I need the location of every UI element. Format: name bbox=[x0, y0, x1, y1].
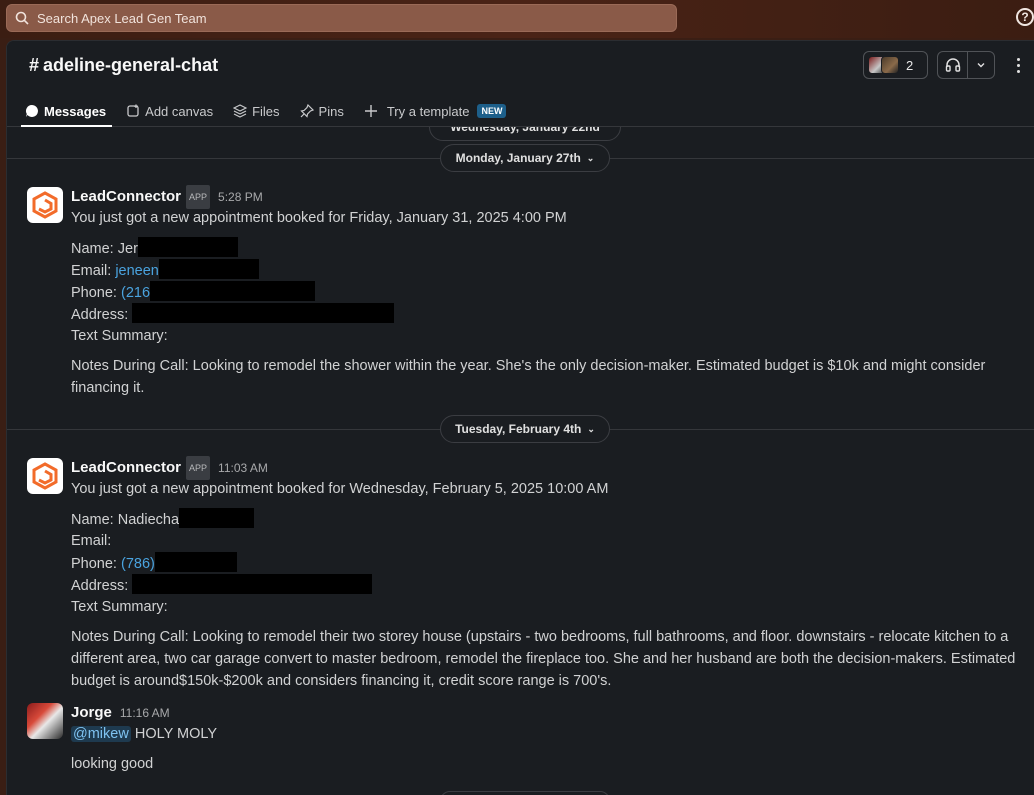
channel-header: # adeline-general-chat 2 Messages Add ca… bbox=[7, 41, 1034, 127]
tab-try-template[interactable]: Try a template NEW bbox=[364, 95, 507, 127]
channel-panel: # adeline-general-chat 2 Messages Add ca… bbox=[6, 40, 1034, 795]
help-icon[interactable]: ? bbox=[1016, 8, 1034, 26]
field-name: Name: Jer bbox=[71, 237, 1031, 259]
timestamp[interactable]: 11:03 AM bbox=[218, 457, 268, 479]
avatar[interactable] bbox=[27, 458, 63, 494]
headphones-icon[interactable] bbox=[938, 52, 968, 78]
avatar[interactable] bbox=[27, 187, 63, 223]
message-header: Jorge 11:16 AM bbox=[71, 703, 1031, 723]
message-text: You just got a new appointment booked fo… bbox=[71, 210, 567, 226]
field-email: Email: jeneen bbox=[71, 259, 1031, 281]
field-email: Email: bbox=[71, 533, 112, 549]
field-phone: Phone: (216 bbox=[71, 281, 1031, 303]
avatar bbox=[881, 56, 899, 74]
members-button[interactable]: 2 bbox=[863, 51, 928, 79]
redaction bbox=[158, 259, 259, 279]
tab-pins[interactable]: Pins bbox=[299, 95, 344, 127]
field-phone: Phone: (786) bbox=[71, 552, 1031, 574]
member-count: 2 bbox=[906, 57, 914, 73]
channel-title[interactable]: # adeline-general-chat bbox=[29, 55, 218, 76]
field-address: Address: bbox=[71, 303, 1031, 325]
pin-icon bbox=[299, 104, 314, 118]
sender-name[interactable]: LeadConnector bbox=[71, 457, 181, 479]
app-tag: APP bbox=[186, 185, 211, 209]
app-tag: APP bbox=[186, 456, 211, 480]
canvas-icon bbox=[127, 104, 139, 117]
tab-add-canvas[interactable]: Add canvas bbox=[126, 95, 213, 127]
redaction bbox=[132, 574, 373, 594]
sender-name[interactable]: Jorge bbox=[71, 702, 112, 724]
plus-icon bbox=[364, 105, 377, 117]
huddle-button[interactable] bbox=[937, 51, 995, 79]
leadconnector-logo-icon bbox=[32, 462, 58, 490]
chevron-down-icon: ⌄ bbox=[586, 152, 595, 163]
leadconnector-logo-icon bbox=[32, 191, 58, 219]
channel-name: adeline-general-chat bbox=[43, 55, 219, 75]
date-pill[interactable]: Monday, January 27th ⌄ bbox=[440, 144, 610, 172]
files-stack-icon bbox=[233, 104, 248, 118]
tab-messages[interactable]: Messages bbox=[20, 95, 113, 127]
search-placeholder: Search Apex Lead Gen Team bbox=[37, 10, 207, 26]
chevron-down-icon: ⌄ bbox=[587, 423, 595, 434]
field-summary: Text Summary: bbox=[71, 328, 168, 344]
date-pill[interactable]: Tuesday, February 4th ⌄ bbox=[440, 415, 610, 443]
tab-files[interactable]: Files bbox=[233, 95, 280, 127]
phone-link[interactable]: (786) bbox=[121, 556, 155, 572]
more-options-icon[interactable] bbox=[1011, 53, 1025, 77]
avatar[interactable] bbox=[27, 703, 63, 739]
notes-text: Notes During Call: Looking to remodel th… bbox=[71, 358, 986, 396]
redaction bbox=[154, 552, 237, 572]
field-summary: Text Summary: bbox=[71, 599, 168, 615]
timestamp[interactable]: 11:16 AM bbox=[120, 702, 170, 724]
date-pill-partial[interactable] bbox=[440, 791, 610, 795]
message-text: You just got a new appointment booked fo… bbox=[71, 481, 609, 497]
channel-tabs: Messages Add canvas Files Pins Try a tem… bbox=[20, 95, 526, 127]
notes-text: Notes During Call: Looking to remodel th… bbox=[71, 629, 1016, 689]
message-text: looking good bbox=[71, 756, 154, 772]
redaction bbox=[150, 281, 316, 301]
email-link[interactable]: jeneen bbox=[115, 263, 159, 279]
field-name: Name: Nadiecha bbox=[71, 508, 1031, 530]
redaction bbox=[132, 303, 395, 323]
timestamp[interactable]: 5:28 PM bbox=[218, 186, 263, 208]
top-bar: Search Apex Lead Gen Team ? bbox=[0, 0, 1034, 38]
phone-link[interactable]: (216 bbox=[121, 285, 150, 301]
member-avatars bbox=[868, 56, 899, 74]
message-header: LeadConnector APP 5:28 PM bbox=[71, 185, 1031, 209]
message-header: LeadConnector APP 11:03 AM bbox=[71, 456, 1031, 480]
message-bubble-icon bbox=[25, 105, 38, 117]
hash-icon: # bbox=[29, 55, 40, 75]
user-mention[interactable]: @mikew bbox=[71, 726, 131, 742]
search-icon bbox=[15, 11, 29, 25]
sender-name[interactable]: LeadConnector bbox=[71, 186, 181, 208]
new-badge: NEW bbox=[477, 104, 507, 118]
redaction bbox=[179, 508, 255, 528]
message-text: @mikew HOLY MOLY bbox=[71, 726, 218, 742]
redaction bbox=[137, 237, 238, 257]
chevron-down-icon[interactable] bbox=[968, 60, 994, 70]
field-address: Address: bbox=[71, 574, 1031, 596]
search-bar[interactable]: Search Apex Lead Gen Team bbox=[6, 4, 677, 32]
